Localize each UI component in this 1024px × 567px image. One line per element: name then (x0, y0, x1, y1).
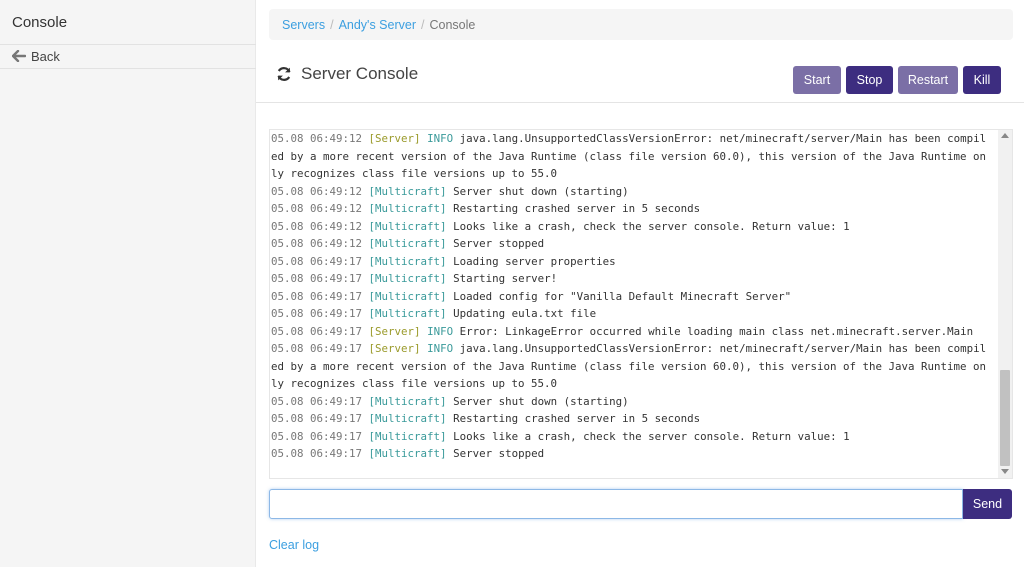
console-source-tag: [Server] (368, 132, 421, 145)
page-title-text: Server Console (301, 64, 419, 83)
page-title: Server Console (276, 64, 418, 84)
breadcrumb-servers[interactable]: Servers (282, 18, 325, 32)
console-timestamp: 05.08 06:49:17 (271, 342, 363, 355)
console-source-tag: [Multicraft] (368, 184, 447, 198)
console-line: 05.08 06:49:17 [Multicraft] Loaded confi… (271, 288, 987, 306)
console-timestamp: 05.08 06:49:12 (271, 219, 363, 233)
console-message: Loading server properties (453, 254, 616, 268)
console-source-tag: [Multicraft] (368, 447, 447, 460)
console-source-tag: [Multicraft] (368, 394, 447, 408)
console-timestamp: 05.08 06:49:17 (271, 272, 363, 285)
console-line: 05.08 06:49:17 [Multicraft] Server shut … (271, 393, 987, 411)
console-message: Updating eula.txt file (453, 307, 597, 320)
breadcrumb: Servers / Andy's Server / Console (269, 9, 1013, 40)
scroll-up-arrow-icon[interactable] (1001, 133, 1009, 138)
sidebar-divider (0, 68, 256, 69)
scroll-thumb[interactable] (1000, 370, 1010, 466)
sidebar-divider (0, 44, 256, 45)
console-message: Server shut down (starting) (453, 394, 629, 408)
stop-button[interactable]: Stop (846, 66, 893, 94)
header-divider (256, 102, 1024, 103)
console-message: Restarting crashed server in 5 seconds (453, 412, 701, 425)
console-line: 05.08 06:49:12 [Multicraft] Looks like a… (271, 218, 987, 236)
console-timestamp: 05.08 06:49:12 (271, 184, 363, 198)
console-line: 05.08 06:49:17 [Multicraft] Restarting c… (271, 410, 987, 428)
console-level: INFO (427, 342, 454, 355)
sidebar-title: Console (12, 14, 68, 31)
back-label: Back (31, 48, 60, 64)
console-source-tag: [Multicraft] (368, 237, 447, 250)
scroll-down-arrow-icon[interactable] (1001, 469, 1009, 474)
console-timestamp: 05.08 06:49:17 (271, 447, 363, 460)
start-button[interactable]: Start (793, 66, 841, 94)
console-line: 05.08 06:49:17 [Server] INFO java.lang.U… (271, 340, 987, 393)
console-scrollbar[interactable] (998, 130, 1012, 478)
console-line: 05.08 06:49:12 [Multicraft] Server shut … (271, 183, 987, 201)
console-source-tag: [Multicraft] (368, 412, 447, 425)
console-message: Server stopped (453, 447, 545, 460)
console-timestamp: 05.08 06:49:17 (271, 307, 363, 320)
breadcrumb-separator: / (420, 17, 425, 32)
console-line: 05.08 06:49:12 [Multicraft] Restarting c… (271, 200, 987, 218)
console-message: Restarting crashed server in 5 seconds (453, 202, 701, 215)
console-line: 05.08 06:49:17 [Multicraft] Server stopp… (271, 445, 987, 463)
console-lines: 05.08 06:49:12 [Server] INFO java.lang.U… (271, 130, 987, 463)
console-line: 05.08 06:49:17 [Multicraft] Loading serv… (271, 253, 987, 271)
console-source-tag: [Multicraft] (368, 307, 447, 320)
console-message: Server shut down (starting) (453, 184, 629, 198)
refresh-icon[interactable] (276, 66, 292, 82)
console-message: Server stopped (453, 237, 545, 250)
breadcrumb-current: Console (429, 17, 476, 32)
console-output[interactable]: 05.08 06:49:12 [Server] INFO java.lang.U… (269, 129, 1013, 479)
console-line: 05.08 06:49:17 [Multicraft] Updating eul… (271, 305, 987, 323)
command-input[interactable] (269, 489, 963, 519)
console-source-tag: [Server] (368, 324, 421, 338)
restart-button[interactable]: Restart (898, 66, 958, 94)
console-timestamp: 05.08 06:49:12 (271, 237, 363, 250)
console-timestamp: 05.08 06:49:17 (271, 254, 363, 268)
console-message: Loaded config for "Vanilla Default Minec… (453, 289, 792, 303)
console-message: Error: LinkageError occurred while loadi… (459, 324, 974, 338)
breadcrumb-server[interactable]: Andy's Server (339, 18, 416, 32)
console-timestamp: 05.08 06:49:17 (271, 324, 363, 338)
console-source-tag: [Multicraft] (368, 272, 447, 285)
console-line: 05.08 06:49:12 [Multicraft] Server stopp… (271, 235, 987, 253)
console-source-tag: [Multicraft] (368, 202, 447, 215)
console-line: 05.08 06:49:17 [Multicraft] Looks like a… (271, 428, 987, 446)
kill-button[interactable]: Kill (963, 66, 1001, 94)
console-message: Looks like a crash, check the server con… (453, 429, 850, 443)
back-link[interactable]: Back (11, 47, 60, 65)
arrow-left-icon (11, 49, 27, 63)
console-timestamp: 05.08 06:49:12 (271, 202, 363, 215)
sidebar: Console Back (0, 0, 256, 567)
console-timestamp: 05.08 06:49:17 (271, 412, 363, 425)
console-source-tag: [Multicraft] (368, 254, 447, 268)
clear-log-link[interactable]: Clear log (269, 538, 319, 552)
console-level: INFO (427, 324, 454, 338)
console-message: Starting server! (453, 272, 558, 285)
console-line: 05.08 06:49:12 [Server] INFO java.lang.U… (271, 130, 987, 183)
breadcrumb-separator: / (330, 17, 334, 32)
console-level: INFO (427, 132, 454, 145)
send-button[interactable]: Send (963, 489, 1012, 519)
console-timestamp: 05.08 06:49:17 (271, 429, 363, 443)
console-timestamp: 05.08 06:49:17 (271, 394, 363, 408)
console-source-tag: [Multicraft] (368, 289, 447, 303)
console-source-tag: [Multicraft] (368, 429, 447, 443)
console-line: 05.08 06:49:17 [Server] INFO Error: Link… (271, 323, 987, 341)
console-line: 05.08 06:49:17 [Multicraft] Starting ser… (271, 270, 987, 288)
console-timestamp: 05.08 06:49:17 (271, 289, 363, 303)
console-source-tag: [Multicraft] (368, 219, 447, 233)
console-message: Looks like a crash, check the server con… (453, 219, 850, 233)
console-timestamp: 05.08 06:49:12 (271, 132, 363, 145)
console-source-tag: [Server] (368, 342, 421, 355)
